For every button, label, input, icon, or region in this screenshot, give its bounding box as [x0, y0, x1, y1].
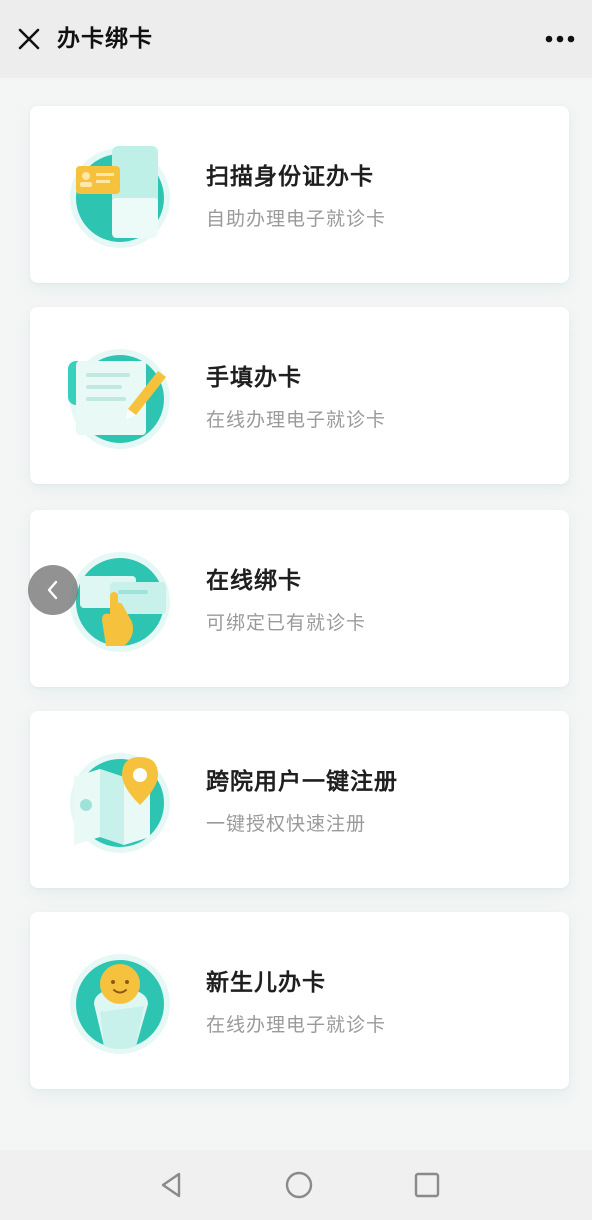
card-online-bind[interactable]: 在线绑卡 可绑定已有就诊卡: [30, 510, 569, 687]
card-list: 扫描身份证办卡 自助办理电子就诊卡 手填办卡 在线办理电子就诊卡 在线绑卡 可绑…: [0, 78, 592, 1150]
card-title: 在线绑卡: [206, 568, 302, 594]
top-bar: 办卡绑卡: [0, 0, 592, 78]
card-newborn[interactable]: 新生儿办卡 在线办理电子就诊卡: [30, 912, 569, 1089]
card-title: 新生儿办卡: [206, 970, 326, 996]
card-cross-hospital[interactable]: 跨院用户一键注册 一键授权快速注册: [30, 711, 569, 888]
card-subtitle: 自助办理电子就诊卡: [206, 208, 387, 230]
close-icon: [18, 28, 40, 50]
card-title: 跨院用户一键注册: [206, 769, 398, 795]
baby-icon: [70, 954, 170, 1054]
home-circle-icon: [285, 1171, 313, 1199]
map-pin-icon: [70, 753, 170, 853]
card-title: 扫描身份证办卡: [206, 164, 374, 190]
card-subtitle: 可绑定已有就诊卡: [206, 612, 367, 634]
app-screen: 办卡绑卡 扫描身份证办卡 自助办理电子就诊卡 手填办卡 在线办理电子就诊卡 在线…: [0, 0, 592, 1220]
system-recents-button[interactable]: [410, 1168, 444, 1202]
close-button[interactable]: [12, 22, 46, 56]
card-subtitle: 一键授权快速注册: [206, 813, 367, 835]
card-manual[interactable]: 手填办卡 在线办理电子就诊卡: [30, 307, 569, 484]
more-button[interactable]: [540, 22, 580, 56]
floating-back-button[interactable]: [28, 565, 78, 615]
system-navigation-bar: [0, 1150, 592, 1220]
id-card-scan-icon: [70, 146, 170, 248]
card-scan-id[interactable]: 扫描身份证办卡 自助办理电子就诊卡: [30, 106, 569, 283]
page-title: 办卡绑卡: [57, 26, 153, 52]
form-pencil-icon: [68, 349, 170, 449]
card-subtitle: 在线办理电子就诊卡: [206, 1014, 387, 1036]
system-home-button[interactable]: [282, 1168, 316, 1202]
card-bind-hand-icon: [70, 552, 170, 652]
chevron-left-icon: [47, 580, 58, 600]
card-title: 手填办卡: [206, 365, 302, 391]
card-subtitle: 在线办理电子就诊卡: [206, 409, 387, 431]
system-back-button[interactable]: [154, 1168, 188, 1202]
recents-square-icon: [414, 1172, 440, 1198]
more-dots-icon: [545, 35, 575, 43]
back-triangle-icon: [161, 1172, 181, 1198]
